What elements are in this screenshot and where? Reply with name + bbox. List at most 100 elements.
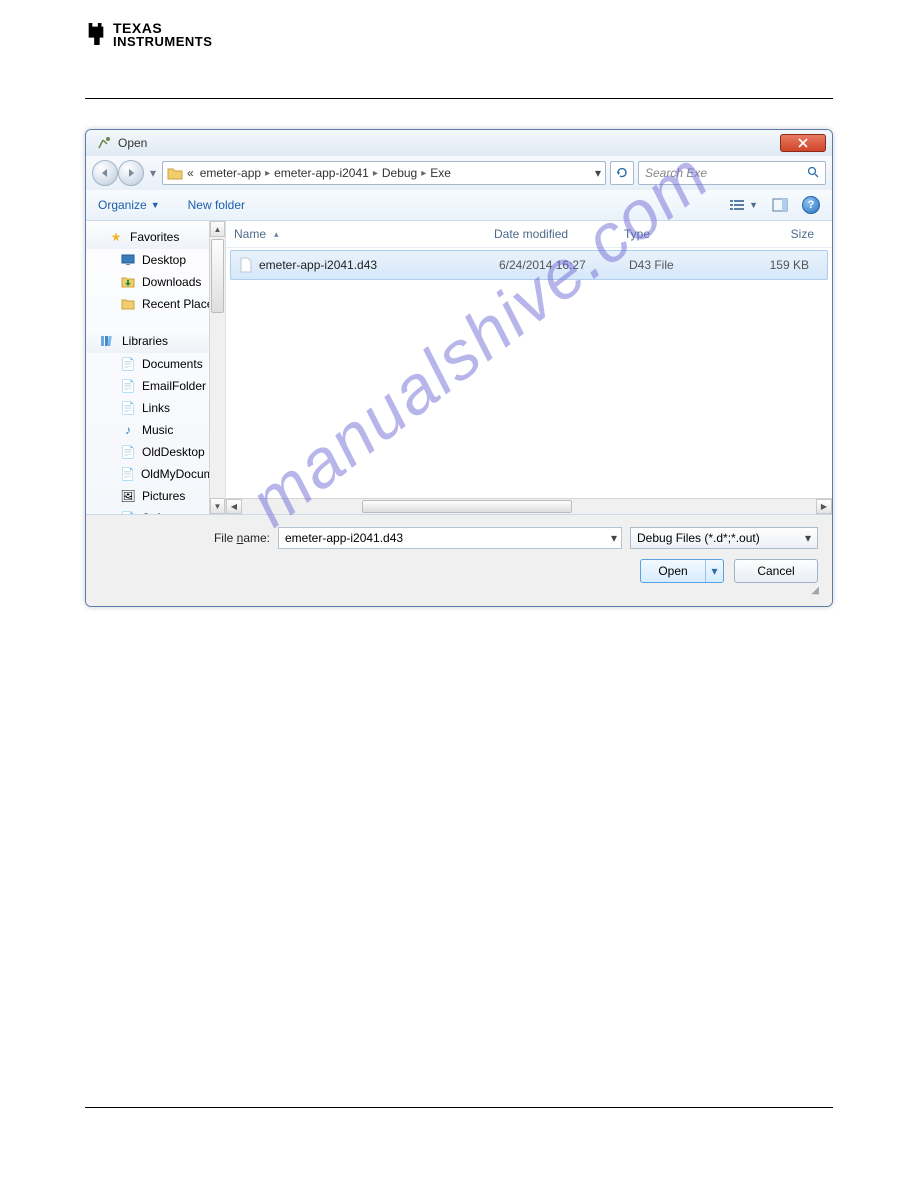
chevron-down-icon: ▾ — [805, 531, 811, 545]
document-icon: 📄 — [120, 356, 136, 372]
refresh-button[interactable] — [610, 161, 634, 185]
chevron-right-icon: ▸ — [265, 168, 270, 179]
hscroll-right-button[interactable]: ▶ — [816, 499, 832, 514]
file-type: D43 File — [629, 258, 739, 272]
nav-item-pictures[interactable]: 🖼Pictures — [86, 485, 225, 507]
breadcrumb-prefix: « — [185, 166, 196, 180]
scroll-thumb[interactable] — [211, 239, 224, 313]
libraries-icon — [100, 333, 116, 349]
document-icon: 📄 — [120, 466, 135, 482]
nav-libraries-header[interactable]: Libraries — [86, 329, 225, 353]
cancel-button[interactable]: Cancel — [734, 559, 818, 583]
arrow-right-icon — [126, 168, 136, 178]
scroll-up-button[interactable]: ▲ — [210, 221, 225, 237]
close-button[interactable] — [780, 134, 826, 152]
address-dropdown[interactable]: ▾ — [595, 166, 601, 180]
refresh-icon — [616, 167, 628, 179]
help-button[interactable]: ? — [802, 196, 820, 214]
nav-item-documents[interactable]: 📄Documents — [86, 353, 225, 375]
navpane-scrollbar[interactable]: ▲ ▼ — [209, 221, 225, 514]
column-size[interactable]: Size — [734, 227, 824, 241]
hscroll-thumb[interactable] — [362, 500, 572, 513]
app-icon — [96, 135, 112, 151]
file-filter-select[interactable]: Debug Files (*.d*;*.out) ▾ — [630, 527, 818, 549]
dialog-footer: File name: emeter-app-i2041.d43 ▾ Debug … — [86, 515, 832, 606]
titlebar: Open — [86, 130, 832, 156]
file-date: 6/24/2014 16:27 — [499, 258, 629, 272]
nav-forward-button[interactable] — [118, 160, 144, 186]
list-view-icon — [729, 198, 747, 212]
nav-item-olddesktop[interactable]: 📄OldDesktop — [86, 441, 225, 463]
file-name: emeter-app-i2041.d43 — [259, 258, 377, 272]
search-input[interactable]: Search Exe — [638, 161, 826, 185]
hscroll-left-button[interactable]: ◀ — [226, 499, 242, 514]
nav-item-emailfolder[interactable]: 📄EmailFolder — [86, 375, 225, 397]
hscroll-track[interactable] — [242, 499, 816, 514]
top-rule — [85, 98, 833, 99]
nav-row: ▾ « emeter-app▸ emeter-app-i2041▸ Debug▸… — [86, 156, 832, 190]
open-dialog: Open ▾ « emeter-app▸ — [85, 129, 833, 607]
sort-caret-icon: ▴ — [274, 229, 279, 240]
bottom-rule — [85, 1107, 833, 1108]
organize-button[interactable]: Organize▼ — [98, 198, 160, 212]
file-list-header: Name▴ Date modified Type Size — [226, 221, 832, 248]
downloads-icon — [120, 274, 136, 290]
column-name[interactable]: Name▴ — [234, 227, 494, 241]
nav-item-oldmydocuments[interactable]: 📄OldMyDocument — [86, 463, 225, 485]
chevron-right-icon: ▸ — [373, 168, 378, 179]
new-folder-button[interactable]: New folder — [188, 198, 245, 212]
brand-line-2: INSTRUMENTS — [113, 35, 212, 48]
file-size: 159 KB — [739, 258, 819, 272]
filename-input[interactable]: emeter-app-i2041.d43 ▾ — [278, 527, 622, 549]
nav-back-button[interactable] — [92, 160, 118, 186]
open-split-dropdown[interactable]: ▾ — [705, 560, 723, 582]
nav-item-recent-places[interactable]: Recent Places — [86, 293, 225, 315]
toolbar: Organize▼ New folder ▼ — [86, 190, 832, 221]
document-icon: 📄 — [120, 444, 136, 460]
document-icon: 📄 — [120, 510, 136, 514]
preview-pane-icon — [772, 198, 788, 212]
ti-chip-icon — [85, 20, 107, 48]
preview-pane-button[interactable] — [772, 198, 788, 212]
arrow-left-icon — [100, 168, 110, 178]
search-icon — [807, 166, 819, 181]
document-icon: 📄 — [120, 378, 136, 394]
chevron-right-icon: ▸ — [421, 168, 426, 179]
view-options-button[interactable]: ▼ — [729, 198, 758, 212]
scroll-track[interactable] — [210, 237, 225, 498]
file-list: Name▴ Date modified Type Size emeter-app… — [226, 221, 832, 514]
resize-grip[interactable]: ◢ — [100, 583, 818, 596]
breadcrumb-item-2[interactable]: Debug — [380, 166, 419, 180]
nav-item-links[interactable]: 📄Links — [86, 397, 225, 419]
close-icon — [798, 138, 808, 148]
pictures-icon: 🖼 — [120, 488, 136, 504]
nav-history-dropdown[interactable]: ▾ — [148, 166, 158, 180]
breadcrumb-item-1[interactable]: emeter-app-i2041 — [272, 166, 371, 180]
dialog-title: Open — [118, 136, 147, 150]
open-button[interactable]: Open ▾ — [640, 559, 724, 583]
nav-item-music[interactable]: ♪Music — [86, 419, 225, 441]
nav-item-software[interactable]: 📄Software — [86, 507, 225, 514]
filename-label: File name: — [100, 531, 270, 545]
breadcrumb-item-3[interactable]: Exe — [428, 166, 453, 180]
nav-item-downloads[interactable]: Downloads — [86, 271, 225, 293]
file-row[interactable]: emeter-app-i2041.d43 6/24/2014 16:27 D43… — [230, 250, 828, 280]
filter-value: Debug Files (*.d*;*.out) — [637, 531, 760, 545]
folder-icon — [167, 166, 183, 180]
recent-icon — [120, 296, 136, 312]
column-type[interactable]: Type — [624, 227, 734, 241]
navigation-pane: ★ Favorites Desktop Downloads Recent Pla… — [86, 221, 226, 514]
nav-favorites-header[interactable]: ★ Favorites — [86, 225, 225, 249]
nav-item-desktop[interactable]: Desktop — [86, 249, 225, 271]
filelist-hscrollbar[interactable]: ◀ ▶ — [226, 498, 832, 514]
scroll-down-button[interactable]: ▼ — [210, 498, 225, 514]
star-icon: ★ — [108, 229, 124, 245]
ti-logo: TEXAS INSTRUMENTS — [85, 20, 833, 48]
filename-dropdown[interactable]: ▾ — [611, 531, 617, 545]
breadcrumb-item-0[interactable]: emeter-app — [198, 166, 263, 180]
brand-line-1: TEXAS — [113, 21, 212, 35]
column-date[interactable]: Date modified — [494, 227, 624, 241]
document-icon: 📄 — [120, 400, 136, 416]
filename-value: emeter-app-i2041.d43 — [285, 531, 403, 545]
address-bar[interactable]: « emeter-app▸ emeter-app-i2041▸ Debug▸ E… — [162, 161, 606, 185]
